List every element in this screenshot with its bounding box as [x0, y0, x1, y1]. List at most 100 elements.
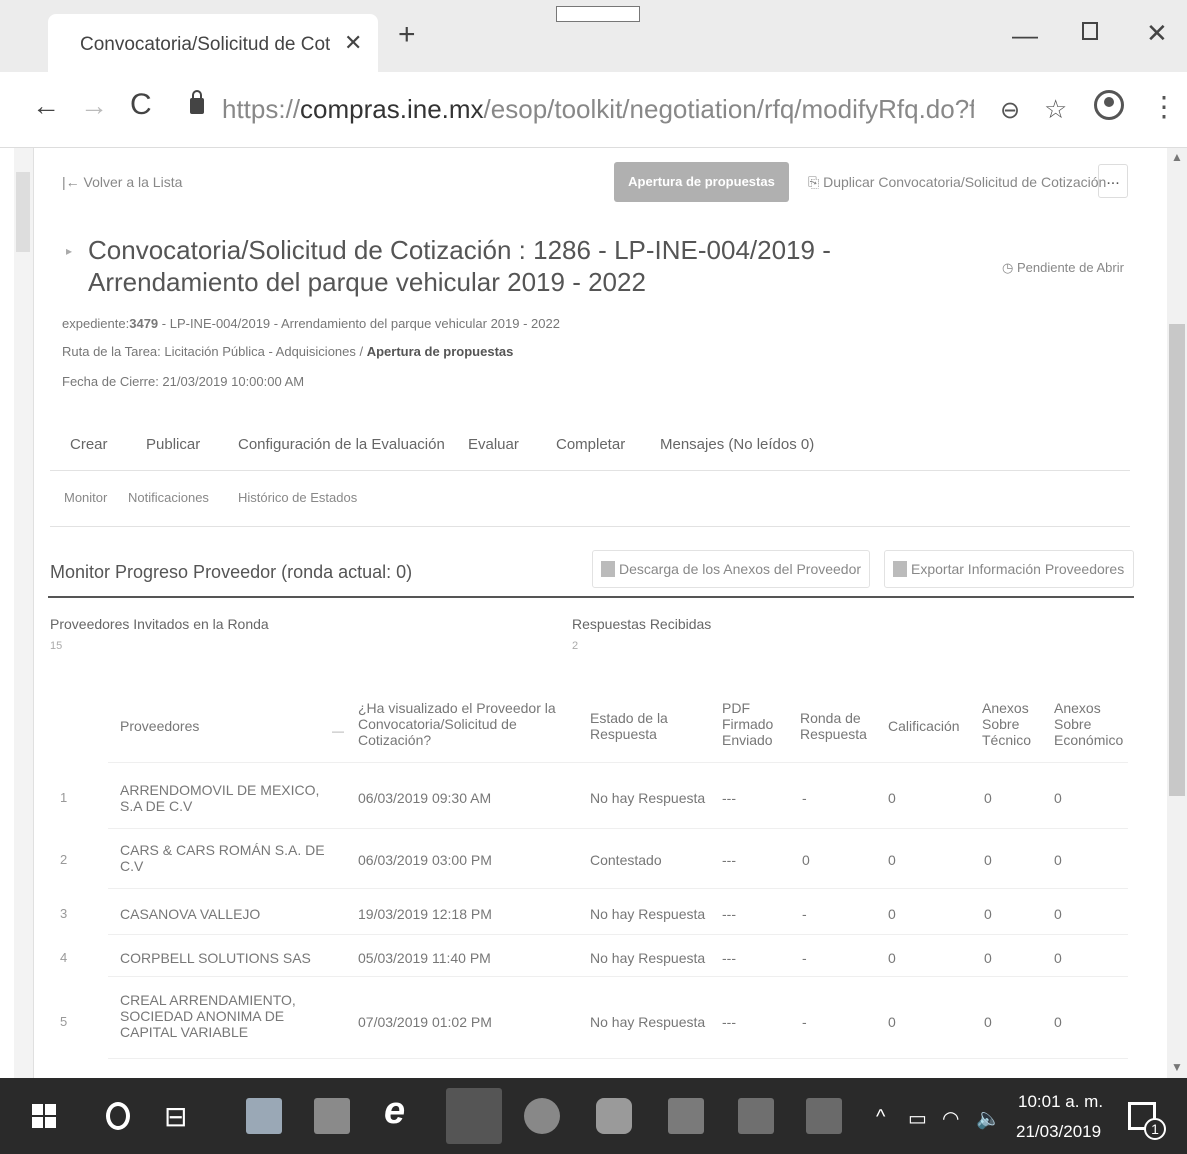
skype-icon[interactable] [596, 1098, 632, 1134]
sort-icon[interactable]: — [332, 724, 344, 738]
economic-annexes[interactable]: 0 [1054, 950, 1062, 966]
score: 0 [888, 906, 896, 922]
economic-annexes[interactable]: 0 [1054, 852, 1062, 868]
back-to-list-link[interactable]: |← Volver a la Lista [62, 174, 182, 190]
notification-count: 1 [1144, 1118, 1166, 1140]
supplier-name[interactable]: CREAL ARRENDAMIENTO, SOCIEDAD ANONIMA DE… [120, 992, 335, 1040]
header-proveedores[interactable]: Proveedores [120, 718, 199, 734]
collapse-caret-icon[interactable]: ▸ [66, 244, 72, 258]
economic-annexes[interactable]: 0 [1054, 790, 1062, 806]
firefox-icon[interactable] [524, 1098, 560, 1134]
volume-icon[interactable]: 🔈 [976, 1106, 1001, 1131]
tray-expand-icon[interactable]: ^ [876, 1106, 885, 1129]
pdf-signed: --- [722, 1014, 736, 1030]
outlook-icon[interactable] [668, 1098, 704, 1134]
maximize-icon[interactable] [1082, 22, 1098, 40]
file-explorer-icon[interactable] [246, 1098, 282, 1134]
duplicate-link[interactable]: ⎘ Duplicar Convocatoria/Solicitud de Cot… [808, 174, 1106, 191]
tab-close-icon[interactable]: ✕ [344, 30, 362, 56]
forward-arrow-icon[interactable]: → [80, 90, 108, 122]
status-badge: ◷ Pendiente de Abrir [1002, 260, 1124, 275]
invited-label: Proveedores Invitados en la Ronda [50, 616, 269, 632]
tab-title: Convocatoria/Solicitud de Cotiza [80, 34, 330, 55]
subtab-historico[interactable]: Histórico de Estados [238, 490, 357, 505]
tab-configuracion[interactable]: Configuración de la Evaluación [238, 436, 445, 453]
viewed-date: 05/03/2019 11:40 PM [358, 950, 491, 966]
response-status: No hay Respuesta [590, 1014, 706, 1030]
download-annexes-button[interactable]: Descarga de los Anexos del Proveedor [592, 550, 870, 588]
chrome-icon[interactable] [446, 1088, 502, 1144]
response-status: Contestado [590, 852, 662, 868]
new-tab-icon[interactable]: + [398, 18, 416, 52]
response-round: - [802, 1014, 807, 1030]
more-actions-button[interactable]: ... [1098, 164, 1128, 198]
url-path: /esop/toolkit/negotiation/rfq/modifyRfq.… [483, 94, 974, 124]
supplier-name[interactable]: CARS & CARS ROMÁN S.A. DE C.V [120, 842, 340, 874]
technical-annexes[interactable]: 0 [984, 790, 992, 806]
row-number: 1 [60, 790, 68, 805]
technical-annexes[interactable]: 0 [984, 906, 992, 922]
tab-mensajes[interactable]: Mensajes (No leídos 0) [660, 436, 814, 453]
supplier-name[interactable]: CORPBELL SOLUTIONS SAS [120, 950, 340, 966]
subtab-monitor[interactable]: Monitor [64, 490, 107, 505]
fecha-cierre: Fecha de Cierre: 21/03/2019 10:00:00 AM [62, 374, 305, 389]
url-field[interactable]: https://compras.ine.mx/esop/toolkit/nego… [222, 94, 974, 125]
supplier-name[interactable]: ARRENDOMOVIL DE MEXICO, S.A DE C.V [120, 782, 340, 814]
task-view-icon[interactable]: ⊟ [164, 1100, 187, 1133]
tab-publicar[interactable]: Publicar [146, 436, 200, 453]
duplicate-icon: ⎘ [808, 174, 824, 190]
excel-icon[interactable] [738, 1098, 774, 1134]
supplier-name[interactable]: CASANOVA VALLEJO [120, 906, 340, 922]
tab-completar[interactable]: Completar [556, 436, 625, 453]
economic-annexes[interactable]: 0 [1054, 1014, 1062, 1030]
clock-date[interactable]: 21/03/2019 [1016, 1122, 1101, 1142]
tab-crear[interactable]: Crear [70, 436, 108, 453]
row-number: 4 [60, 950, 68, 965]
scroll-thumb[interactable] [1169, 324, 1185, 796]
section-rule [48, 596, 1134, 598]
subtab-notificaciones[interactable]: Notificaciones [128, 490, 209, 505]
technical-annexes[interactable]: 0 [984, 1014, 992, 1030]
export-suppliers-button[interactable]: Exportar Información Proveedores [884, 550, 1134, 588]
tab-evaluar[interactable]: Evaluar [468, 436, 519, 453]
profile-icon[interactable] [1094, 90, 1124, 120]
header-calificacion: Calificación [888, 718, 960, 734]
minimize-icon[interactable]: — [1012, 20, 1038, 51]
windows-start-icon[interactable] [32, 1104, 56, 1128]
cortana-search-icon[interactable] [106, 1102, 130, 1130]
technical-annexes[interactable]: 0 [984, 950, 992, 966]
taskbar: ⊟ e ^ ▭ ◠ 🔈 10:01 a. m. 21/03/2019 1 [0, 1078, 1187, 1154]
row-number: 2 [60, 852, 68, 867]
zoom-icon[interactable]: ⊖ [1000, 96, 1020, 125]
invited-value: 15 [50, 640, 63, 652]
more-menu-icon[interactable]: ⋮ [1150, 90, 1178, 123]
wifi-icon[interactable]: ◠ [942, 1106, 959, 1131]
window-drag-handle[interactable] [556, 6, 640, 22]
scroll-down-icon[interactable]: ▼ [1171, 1060, 1183, 1074]
apertura-button[interactable]: Apertura de propuestas [614, 162, 789, 202]
side-collapse-strip[interactable] [14, 148, 34, 1078]
page-content: |← Volver a la Lista Apertura de propues… [0, 148, 1187, 1078]
media-player-icon[interactable] [314, 1098, 350, 1134]
window-close-icon[interactable]: ✕ [1146, 18, 1168, 49]
vertical-scrollbar[interactable]: ▲ ▼ [1167, 148, 1187, 1078]
browser-tab[interactable]: Convocatoria/Solicitud de Cotiza ✕ [48, 14, 378, 72]
viewed-date: 06/03/2019 03:00 PM [358, 852, 492, 868]
bookmark-star-icon[interactable]: ☆ [1044, 94, 1067, 125]
reload-icon[interactable]: C [130, 88, 152, 122]
internet-explorer-icon[interactable]: e [384, 1090, 405, 1133]
clock-time[interactable]: 10:01 a. m. [1018, 1092, 1103, 1112]
header-visualizado: ¿Ha visualizado el Proveedor la Convocat… [358, 700, 556, 748]
export-icon [893, 561, 907, 577]
battery-icon[interactable]: ▭ [908, 1106, 927, 1131]
score: 0 [888, 852, 896, 868]
lock-icon[interactable] [190, 90, 204, 114]
received-value: 2 [572, 640, 579, 652]
technical-annexes[interactable]: 0 [984, 852, 992, 868]
word-icon[interactable] [806, 1098, 842, 1134]
status-icon: ◷ [1002, 260, 1017, 275]
scroll-up-icon[interactable]: ▲ [1171, 150, 1183, 164]
economic-annexes[interactable]: 0 [1054, 906, 1062, 922]
header-separator [108, 762, 1128, 763]
back-arrow-icon[interactable]: ← [32, 90, 60, 122]
